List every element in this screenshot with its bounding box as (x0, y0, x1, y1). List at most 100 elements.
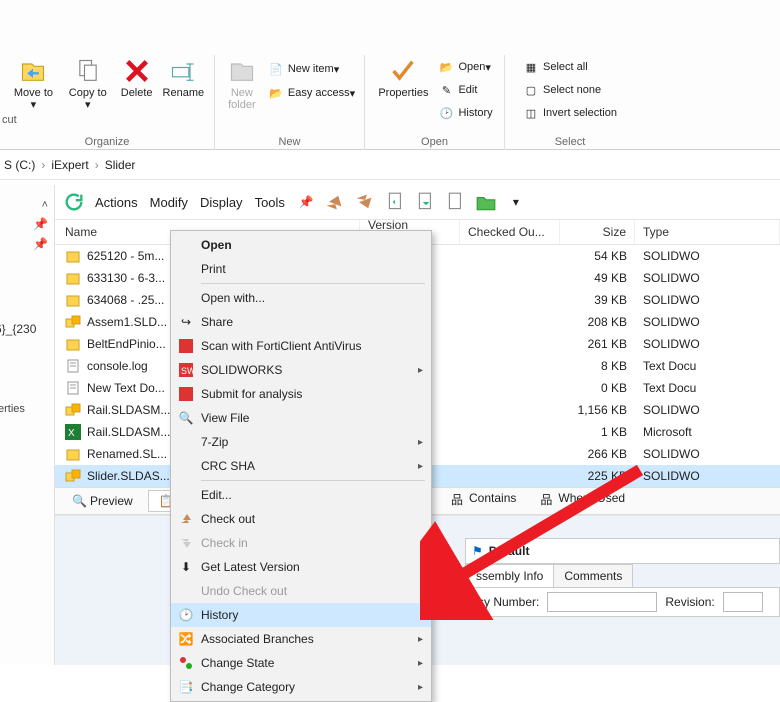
modify-menu[interactable]: Modify (148, 195, 190, 210)
assembly-form-row: ssy Number: Revision: (465, 587, 780, 617)
new-item-button[interactable]: 📄New item ▾ (264, 59, 359, 79)
file-size: 39 KB (560, 293, 635, 307)
file-size: 208 KB (560, 315, 635, 329)
preview-icon: 🔍 (72, 494, 86, 508)
checkin-icon[interactable] (355, 191, 377, 213)
properties-button[interactable]: Properties (372, 55, 434, 101)
ctx-openwith[interactable]: Open with... (171, 286, 431, 310)
ctx-open[interactable]: Open (171, 233, 431, 257)
ctx-checkout[interactable]: Check out (171, 507, 431, 531)
file-type-icon (65, 358, 81, 374)
refresh-icon[interactable] (63, 191, 85, 213)
col-type[interactable]: Type (635, 220, 780, 244)
ctx-getlatest[interactable]: ⬇Get Latest Version (171, 555, 431, 579)
tab-assembly-info[interactable]: ssembly Info (465, 564, 553, 587)
folder-icon[interactable] (475, 191, 497, 213)
ctx-assoc-branches[interactable]: 🔀Associated Branches▸ (171, 627, 431, 651)
checkout-icon[interactable] (325, 191, 347, 213)
pin-icon[interactable]: 📌 (295, 191, 317, 213)
col-checkedout[interactable]: Checked Ou... (460, 220, 560, 244)
ctx-scan[interactable]: Scan with FortiClient AntiVirus (171, 334, 431, 358)
open-button[interactable]: 📂Open ▾ (434, 57, 496, 77)
file-type: SOLIDWO (635, 469, 780, 483)
actions-menu[interactable]: Actions (93, 195, 140, 210)
select-all-button[interactable]: ▦Select all (519, 57, 621, 77)
col-size[interactable]: Size (560, 220, 635, 244)
new-folder-button[interactable]: New folder (220, 55, 264, 113)
get-latest-icon[interactable] (415, 191, 437, 213)
properties-pane-label: erties (0, 403, 25, 415)
delete-button[interactable]: Delete (115, 55, 159, 101)
ctx-submit[interactable]: Submit for analysis (171, 382, 431, 406)
invert-selection-button[interactable]: ◫Invert selection (519, 103, 621, 123)
file-size: 261 KB (560, 337, 635, 351)
ctx-7zip[interactable]: 7-Zip▸ (171, 430, 431, 454)
tools-menu[interactable]: Tools (253, 195, 287, 210)
pin-flag-icon[interactable]: ⚑ (466, 544, 489, 558)
file-icon[interactable] (445, 191, 467, 213)
ribbon-group-organize: Move to ▾ Copy to ▾ Delete Rename Organi… (0, 55, 215, 150)
viewfile-icon: 🔍 (175, 409, 197, 427)
ctx-solidworks[interactable]: SWSOLIDWORKS▸ (171, 358, 431, 382)
rename-button[interactable]: Rename (159, 55, 208, 101)
branches-icon: 🔀 (175, 630, 197, 648)
file-type-icon (65, 446, 81, 462)
pdm-toolbar: Actions Modify Display Tools 📌 ▾ (55, 185, 780, 219)
file-size: 1 KB (560, 425, 635, 439)
file-type-icon (65, 336, 81, 352)
edit-button[interactable]: ✎Edit (434, 80, 496, 100)
file-type: SOLIDWO (635, 293, 780, 307)
chevron-up-icon[interactable]: ˄ (42, 199, 48, 211)
file-name: Slider.SLDAS... (87, 469, 170, 483)
ctx-change-category[interactable]: 📑Change Category▸ (171, 675, 431, 699)
breadcrumb-seg[interactable]: iExpert (51, 158, 88, 172)
easy-access-button[interactable]: 📂Easy access ▾ (264, 83, 359, 103)
file-size: 49 KB (560, 271, 635, 285)
display-menu[interactable]: Display (198, 195, 245, 210)
file-type: SOLIDWO (635, 249, 780, 263)
file-type-icon (65, 402, 81, 418)
breadcrumb[interactable]: S (C:)› iExpert› Slider (0, 150, 780, 180)
ctx-history[interactable]: 🕑History (171, 603, 431, 627)
breadcrumb-seg[interactable]: S (C:) (4, 158, 35, 172)
file-type: Text Docu (635, 359, 780, 373)
new-folder-icon (228, 57, 256, 85)
group-label-organize: Organize (85, 132, 130, 150)
revision-input[interactable] (723, 592, 763, 612)
ctx-edit[interactable]: Edit... (171, 483, 431, 507)
new-item-icon: 📄 (268, 61, 284, 77)
file-name: 634068 - .25... (87, 293, 164, 307)
select-none-button[interactable]: ▢Select none (519, 80, 621, 100)
get-version-icon[interactable] (385, 191, 407, 213)
history-button[interactable]: 🕑History (434, 103, 496, 123)
properties-icon (389, 57, 417, 85)
file-type-icon: X (65, 424, 81, 440)
context-menu: Open Print Open with... ↪Share Scan with… (170, 230, 432, 702)
file-name: Assem1.SLD... (87, 315, 167, 329)
breadcrumb-seg[interactable]: Slider (105, 158, 136, 172)
ribbon: cut Move to ▾ Copy to ▾ Delete Re (0, 0, 780, 150)
tab-contains[interactable]: 品Contains (440, 487, 527, 509)
checkout-icon (175, 510, 197, 528)
ctx-share[interactable]: ↪Share (171, 310, 431, 334)
ctx-viewfile[interactable]: 🔍View File (171, 406, 431, 430)
edit-icon: ✎ (438, 82, 454, 98)
ctx-crcsha[interactable]: CRC SHA▸ (171, 454, 431, 478)
pin-icon[interactable]: 📌 (33, 237, 48, 251)
cut-label-fragment: cut (2, 114, 17, 126)
tab-comments[interactable]: Comments (553, 564, 633, 587)
group-label-select: Select (555, 132, 586, 150)
ctx-change-state[interactable]: Change State▸ (171, 651, 431, 675)
ctx-print[interactable]: Print (171, 257, 431, 281)
file-type-icon (65, 468, 81, 484)
changestate-icon (175, 654, 197, 672)
tab-preview[interactable]: 🔍Preview (61, 490, 144, 512)
dropdown-icon[interactable]: ▾ (505, 191, 527, 213)
assy-number-input[interactable] (547, 592, 657, 612)
tab-whereused[interactable]: 品Where Used (529, 487, 636, 509)
copy-to-button[interactable]: Copy to ▾ (61, 55, 115, 113)
rename-icon (169, 57, 197, 85)
invert-selection-icon: ◫ (523, 105, 539, 121)
pin-icon[interactable]: 📌 (33, 217, 48, 231)
move-to-button[interactable]: Move to ▾ (6, 55, 61, 113)
